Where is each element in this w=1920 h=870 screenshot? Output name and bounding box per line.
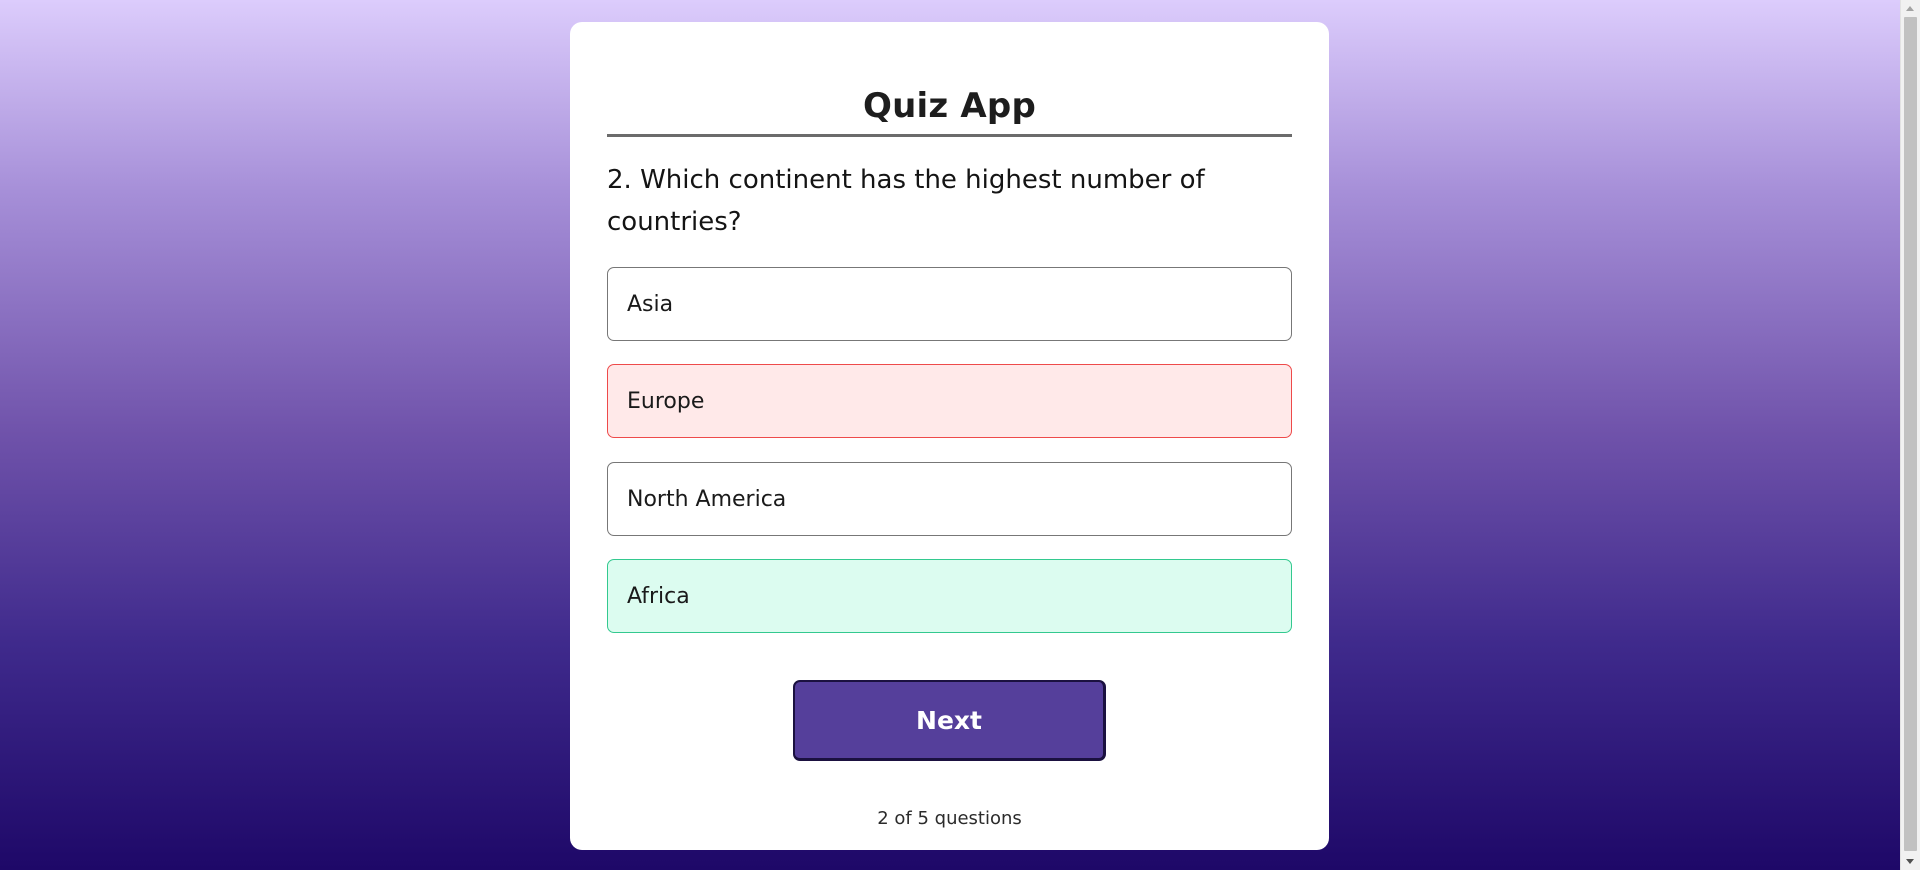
- answer-option-europe[interactable]: Europe: [607, 364, 1292, 438]
- answer-label: Africa: [627, 583, 690, 609]
- app-title: Quiz App: [863, 86, 1036, 126]
- answer-options: Asia Europe North America Africa: [607, 267, 1292, 656]
- scroll-down-arrow-icon[interactable]: [1906, 859, 1914, 864]
- answer-label: North America: [627, 486, 787, 512]
- answer-label: Asia: [627, 291, 674, 317]
- answer-option-africa[interactable]: Africa: [607, 559, 1292, 633]
- scrollbar-thumb[interactable]: [1904, 17, 1917, 851]
- title-divider: [607, 134, 1292, 137]
- scroll-up-arrow-icon[interactable]: [1906, 6, 1914, 11]
- answer-label: Europe: [627, 388, 705, 414]
- quiz-card: Quiz App 2. Which continent has the high…: [570, 22, 1329, 850]
- question-progress: 2 of 5 questions: [877, 808, 1022, 829]
- page-background: Quiz App 2. Which continent has the high…: [0, 0, 1900, 870]
- answer-option-north-america[interactable]: North America: [607, 462, 1292, 536]
- vertical-scrollbar[interactable]: [1900, 0, 1920, 870]
- question-text: 2. Which continent has the highest numbe…: [607, 165, 1205, 237]
- answer-option-asia[interactable]: Asia: [607, 267, 1292, 341]
- next-button[interactable]: Next: [793, 680, 1106, 761]
